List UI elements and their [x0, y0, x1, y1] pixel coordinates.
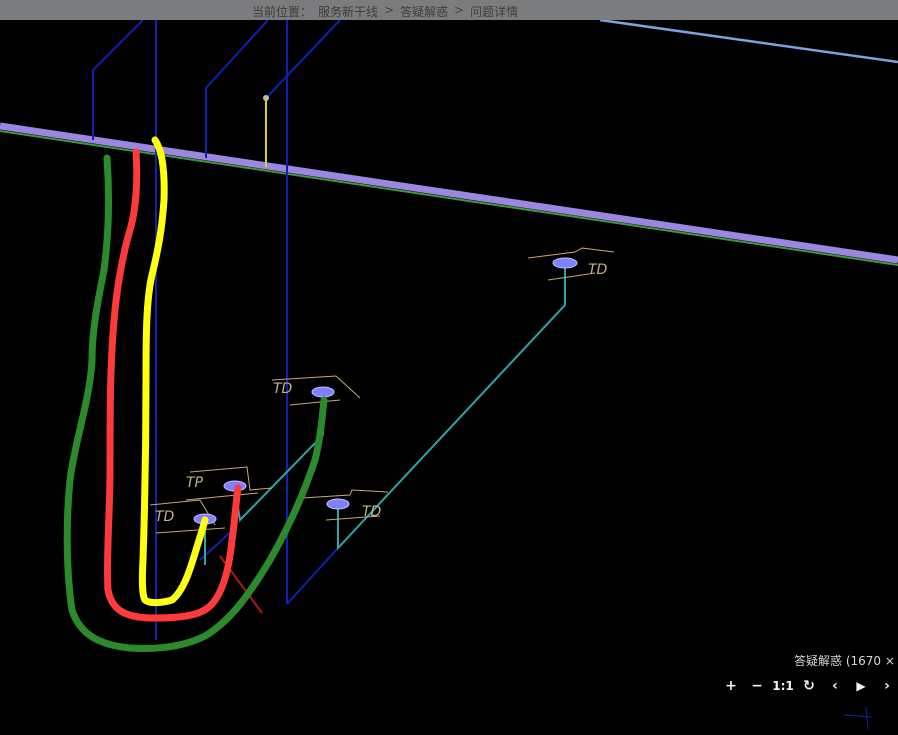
- thumbnail-preview[interactable]: [842, 705, 876, 731]
- drain-symbols: TD TD TP TD TD: [149, 247, 615, 534]
- actual-size-button[interactable]: 1:1: [770, 676, 796, 696]
- rotate-button[interactable]: ↻: [796, 676, 822, 696]
- drain-symbol: TP: [185, 466, 273, 501]
- breadcrumb-separator: >: [384, 3, 395, 17]
- cad-drawing-image: TD TD TP TD TD: [0, 20, 898, 652]
- zoom-out-button[interactable]: −: [744, 676, 770, 696]
- symbol-label: TD: [273, 381, 293, 397]
- yellow-annotation-stroke: [138, 136, 209, 607]
- symbol-label: TD: [362, 504, 382, 520]
- image-viewer-toolbar: + − 1:1 ↻ ‹ ▶ ›: [718, 676, 898, 696]
- drain-symbol: TD: [527, 247, 615, 281]
- top-bar: 当前位置： 服务新干线 > 答疑解惑 > 问题详情: [0, 0, 898, 20]
- drain-symbol: TD: [149, 499, 226, 534]
- light-blue-pipe: [599, 20, 898, 64]
- blue-pipes: [92, 20, 341, 640]
- drain-symbol: TD: [271, 375, 361, 406]
- teal-pipes: [204, 264, 566, 565]
- breadcrumb-separator: >: [454, 3, 465, 17]
- symbol-label: TD: [588, 262, 608, 278]
- symbol-label: TD: [155, 509, 175, 525]
- drain-symbol: TD: [301, 489, 389, 521]
- breadcrumb-label: 当前位置：: [252, 5, 313, 19]
- breadcrumb-item-service[interactable]: 服务新干线: [318, 3, 378, 20]
- zoom-in-button[interactable]: +: [718, 676, 744, 696]
- image-caption: 答疑解惑 (1670 × 7: [794, 654, 898, 668]
- yellow-riser: [263, 95, 269, 167]
- breadcrumb-item-question-detail: 问题详情: [470, 5, 519, 19]
- play-button[interactable]: ▶: [848, 676, 874, 696]
- breadcrumb-item-qa[interactable]: 答疑解惑: [400, 3, 448, 20]
- next-button[interactable]: ›: [874, 676, 898, 696]
- symbol-label: TP: [186, 475, 204, 491]
- breadcrumb: 当前位置： 服务新干线 > 答疑解惑 > 问题详情: [252, 3, 518, 20]
- red-annotation-stroke: [103, 148, 242, 622]
- previous-button[interactable]: ‹: [822, 676, 848, 696]
